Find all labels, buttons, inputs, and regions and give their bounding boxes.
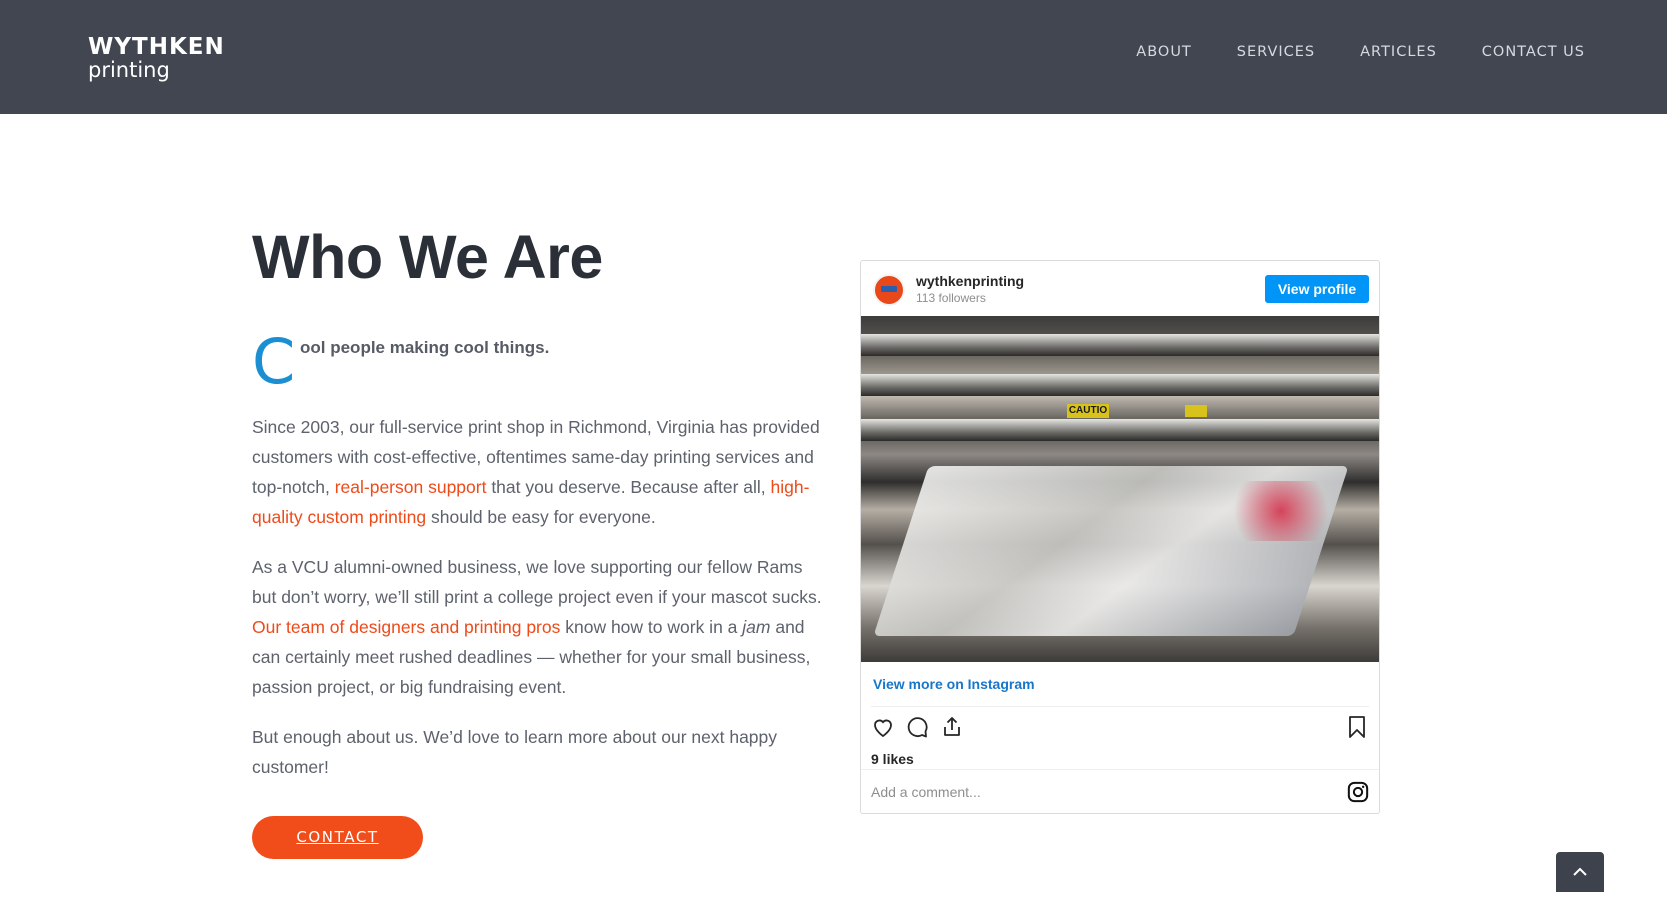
yellow-label [1185, 405, 1207, 417]
paragraph-text: As a VCU alumni-owned business, we love … [252, 557, 822, 607]
page-title: Who We Are [252, 223, 603, 291]
bookmark-icon[interactable] [1345, 715, 1369, 739]
comment-input[interactable]: Add a comment... [871, 784, 981, 800]
like-count: 9 likes [871, 751, 914, 767]
instagram-actions [861, 707, 1379, 747]
team-link[interactable]: Our team of designers and printing pros [252, 617, 560, 637]
instagram-icon[interactable] [1347, 781, 1369, 803]
nav-services[interactable]: SERVICES [1237, 44, 1315, 60]
comment-bar: Add a comment... [861, 769, 1379, 813]
paragraph-text: that you deserve. Because after all, [486, 477, 771, 497]
site-header: WYTHKEN printing ABOUT SERVICES ARTICLES… [0, 0, 1667, 114]
instagram-photo[interactable]: CAUTIO [861, 316, 1379, 662]
main-nav: ABOUT SERVICES ARTICLES CONTACT US [1136, 44, 1585, 60]
nav-articles[interactable]: ARTICLES [1360, 44, 1437, 60]
follower-count: 113 followers [916, 291, 986, 305]
lead-text: ool people making cool things. [300, 338, 550, 357]
nav-contact-us[interactable]: CONTACT US [1482, 44, 1585, 60]
view-profile-button[interactable]: View profile [1265, 275, 1369, 303]
avatar[interactable] [873, 274, 905, 306]
nav-about[interactable]: ABOUT [1136, 44, 1192, 60]
view-more-link[interactable]: View more on Instagram [861, 662, 1379, 706]
instagram-username[interactable]: wythkenprinting [916, 273, 1024, 289]
press-roller [861, 419, 1379, 441]
heart-icon[interactable] [871, 715, 895, 739]
intro-paragraph: Since 2003, our full-service print shop … [252, 412, 822, 532]
share-icon[interactable] [940, 715, 964, 739]
press-roller [861, 374, 1379, 396]
lead-line: C ool people making cool things. [252, 327, 822, 406]
paragraph-text: should be easy for everyone. [426, 507, 656, 527]
closing-paragraph: But enough about us. We’d love to learn … [252, 727, 778, 777]
paragraph-text: know how to work in a [560, 617, 743, 637]
vcu-paragraph: As a VCU alumni-owned business, we love … [252, 552, 822, 702]
press-roller [861, 334, 1379, 356]
caution-label: CAUTIO [1067, 404, 1109, 418]
color-blur [1221, 481, 1341, 541]
site-logo[interactable]: WYTHKEN printing [88, 34, 225, 82]
comment-icon[interactable] [905, 715, 929, 739]
scroll-to-top-button[interactable] [1556, 852, 1604, 892]
drop-cap: C [252, 325, 296, 398]
instagram-embed: wythkenprinting 113 followers View profi… [860, 260, 1380, 814]
chevron-up-icon [1573, 867, 1587, 876]
contact-us-button[interactable]: CONTACT US [252, 816, 423, 889]
instagram-header: wythkenprinting 113 followers View profi… [861, 261, 1379, 316]
logo-wordmark: WYTHKEN [88, 34, 225, 60]
logo-subtitle: printing [88, 58, 170, 82]
emphasis-text: jam [742, 617, 771, 637]
real-person-support-link[interactable]: real-person support [335, 477, 487, 497]
about-section: Who We Are C ool people making cool thin… [252, 222, 822, 890]
